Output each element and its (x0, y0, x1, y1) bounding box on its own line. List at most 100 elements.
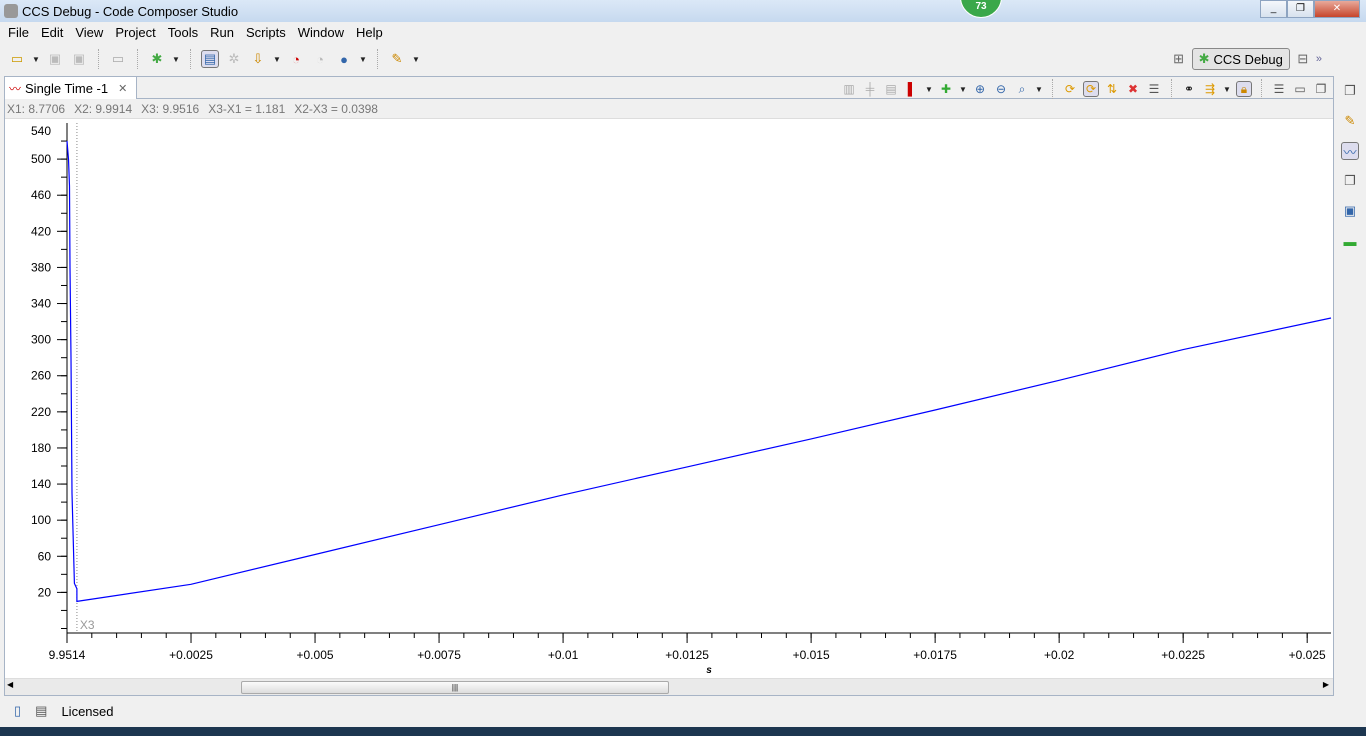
binoculars-icon[interactable]: ⚭ (1181, 81, 1197, 97)
graph-icon: 〰 (9, 81, 22, 96)
view-menu-icon[interactable]: ☰ (1271, 81, 1287, 97)
sync-icon[interactable]: ⇅ (1104, 81, 1120, 97)
connect-target-icon[interactable]: ▤ (201, 50, 219, 68)
chevron-down-icon[interactable]: ▼ (959, 85, 967, 94)
horizontal-scrollbar[interactable]: ◀ ||| ▶ (5, 678, 1333, 695)
y-tick-label: 500 (31, 152, 51, 166)
minimize-view-icon[interactable]: ▭ (1292, 81, 1308, 97)
clock-icon[interactable]: ◔ (311, 50, 329, 68)
clipboard-icon[interactable]: ▤ (35, 703, 47, 719)
x3-x1-readout: X3-X1 = 1.181 (208, 102, 286, 116)
expression-icon[interactable]: ● (335, 50, 353, 68)
maximize-button[interactable]: ❐ (1287, 0, 1314, 18)
scroll-right-icon[interactable]: ▶ (1323, 680, 1329, 689)
view-toolbar: ▥ ╪ ▤ ▌ ▼ ✚ ▼ ⊕ ⊖ ⌕ ▼ ⟳ ⟳ ⇅ ✖ ☰ ⚭ ⇶ ▼ 🔒︎ ☰ ▭… (841, 79, 1329, 99)
right-trim-stack: ❐ ✎ 〰 ❐ ▣ ▬ (1338, 76, 1362, 256)
save-icon[interactable]: ▣ (46, 50, 64, 68)
chevron-down-icon[interactable]: ▼ (172, 55, 180, 64)
menu-window[interactable]: Window (292, 25, 350, 40)
maximize-view-icon[interactable]: ❐ (1313, 81, 1329, 97)
y-tick-label: 460 (31, 188, 51, 202)
debug-bug-icon[interactable]: ✱ (148, 50, 166, 68)
menu-scripts[interactable]: Scripts (240, 25, 292, 40)
save-all-icon[interactable]: ▣ (70, 50, 88, 68)
continuous-refresh-icon[interactable]: ⟳ (1083, 81, 1099, 97)
lock-icon[interactable]: 🔒︎ (1236, 81, 1252, 97)
app-icon (4, 4, 18, 18)
export-icon[interactable]: ⇶ (1202, 81, 1218, 97)
properties-icon[interactable]: ☰ (1146, 81, 1162, 97)
menu-edit[interactable]: Edit (35, 25, 69, 40)
close-button[interactable]: ✕ (1314, 0, 1360, 18)
main-toolbar: ▭ ▼ ▣ ▣ ▭ ✱ ▼ ▤ ✲ ⇩ ▼ ◔ ◔ ● ▼ ✎ ▼ (0, 44, 420, 74)
chevron-down-icon[interactable]: ▼ (925, 85, 933, 94)
minimize-button[interactable]: _ (1260, 0, 1287, 18)
menu-help[interactable]: Help (350, 25, 389, 40)
refresh-icon[interactable]: ⟳ (1062, 81, 1078, 97)
x2-readout: X2: 9.9914 (74, 102, 133, 116)
load-program-icon[interactable]: ⇩ (249, 50, 267, 68)
perspective-icon[interactable]: ⊟ (1294, 50, 1312, 68)
x-tick-label: +0.02 (1044, 648, 1075, 662)
line-chart[interactable]: 500 460 420 380 340 300 260 220 180 140 100 60 20 540… (5, 121, 1333, 677)
perspective-ccs-debug[interactable]: ✱ CCS Debug (1191, 48, 1290, 70)
menu-run[interactable]: Run (204, 25, 240, 40)
taskbar (0, 727, 1366, 736)
scrollbar-thumb[interactable]: ||| (241, 681, 669, 694)
y-tick-label: 60 (38, 549, 52, 563)
disconnect-icon[interactable]: ✲ (225, 50, 243, 68)
menu-bar: File Edit View Project Tools Run Scripts… (0, 22, 1366, 42)
menu-file[interactable]: File (2, 25, 35, 40)
measure-icon[interactable]: ▤ (883, 81, 899, 97)
y-tick-label: 300 (31, 333, 51, 347)
x-tick-label: 9.9514 (49, 648, 86, 662)
y-tick-label: 420 (31, 224, 51, 238)
zoom-out-icon[interactable]: ⊖ (993, 81, 1009, 97)
zoom-in-icon[interactable]: ⊕ (972, 81, 988, 97)
chevron-down-icon[interactable]: ▼ (412, 55, 420, 64)
chevron-down-icon[interactable]: ▼ (32, 55, 40, 64)
license-status: Licensed (61, 703, 114, 719)
tab-single-time[interactable]: 〰 Single Time -1 ✕ (5, 77, 137, 99)
chevron-down-icon[interactable]: ▼ (1035, 85, 1043, 94)
pencil-icon[interactable]: ✎ (1341, 112, 1359, 130)
cursor-ruler-icon[interactable]: ▌ (904, 81, 920, 97)
graph-view: 〰 Single Time -1 ✕ ▥ ╪ ▤ ▌ ▼ ✚ ▼ ⊕ ⊖ ⌕ ▼ ⟳ … (4, 76, 1334, 696)
add-star-icon[interactable]: ✚ (938, 81, 954, 97)
graph-view-icon[interactable]: 〰 (1341, 142, 1359, 160)
x1-readout: X1: 8.7706 (7, 102, 66, 116)
more-chevron-icon[interactable]: » (1316, 53, 1322, 65)
new-icon[interactable]: ▭ (8, 50, 26, 68)
x-tick-label: +0.0225 (1161, 648, 1205, 662)
menu-project[interactable]: Project (109, 25, 161, 40)
open-perspective-icon[interactable]: ⊞ (1170, 50, 1188, 68)
breakpoint-icon[interactable]: ◔ (287, 50, 305, 68)
align-center-icon[interactable]: ╪ (862, 81, 878, 97)
x-tick-label: +0.0075 (417, 648, 461, 662)
x2-x3-readout: X2-X3 = 0.0398 (294, 102, 378, 116)
close-tab-icon[interactable]: ✕ (118, 82, 127, 95)
x-tick-label: +0.01 (548, 648, 579, 662)
external-tools-icon[interactable]: ✎ (388, 50, 406, 68)
chevron-down-icon[interactable]: ▼ (359, 55, 367, 64)
cursor-readout: X1: 8.7706 X2: 9.9914 X3: 9.9516 X3-X1 = 1.… (5, 99, 1333, 119)
reset-delete-icon[interactable]: ✖ (1125, 81, 1141, 97)
restore-icon[interactable]: ❐ (1341, 82, 1359, 100)
chevron-down-icon[interactable]: ▼ (1223, 85, 1231, 94)
align-icon[interactable]: ▥ (841, 81, 857, 97)
chevron-down-icon[interactable]: ▼ (273, 55, 281, 64)
x-tick-label: +0.0125 (665, 648, 709, 662)
scroll-left-icon[interactable]: ◀ (7, 680, 13, 689)
add-target-icon[interactable]: ▬ (1341, 232, 1359, 250)
menu-tools[interactable]: Tools (162, 25, 204, 40)
monitor-icon[interactable]: ▣ (1341, 202, 1359, 220)
restore-icon[interactable]: ❐ (1341, 172, 1359, 190)
zoom-fit-icon[interactable]: ⌕ (1014, 81, 1030, 97)
x-tick-label: +0.0025 (169, 648, 213, 662)
open-console-icon[interactable]: ▭ (109, 50, 127, 68)
y-tick-label: 260 (31, 369, 51, 383)
new-view-icon[interactable]: ▯ (14, 703, 21, 719)
y-tick-label: 220 (31, 405, 51, 419)
menu-view[interactable]: View (69, 25, 109, 40)
y-tick-label: 540 (31, 124, 51, 138)
